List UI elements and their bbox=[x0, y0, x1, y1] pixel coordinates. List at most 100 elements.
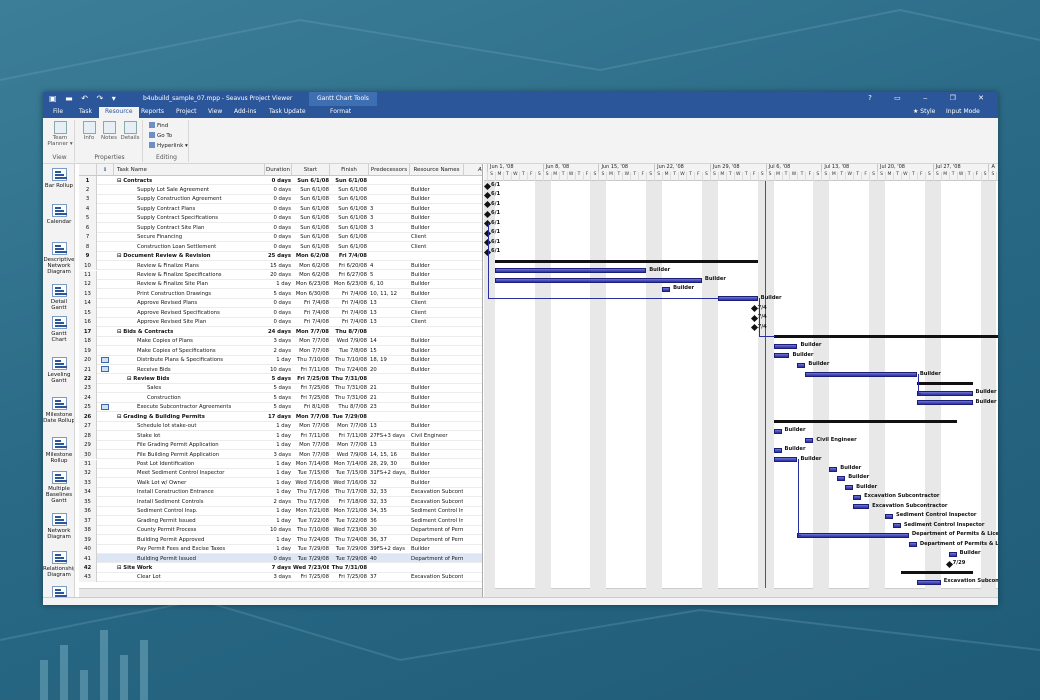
task-name-header[interactable]: Task Name bbox=[114, 164, 265, 176]
info-button[interactable]: Info bbox=[80, 121, 98, 141]
table-row[interactable]: 20 Distribute Plans & Specifications 1 day… bbox=[79, 355, 482, 365]
start-cell: Mon 6/30/08 bbox=[295, 290, 329, 297]
find-button[interactable]: Find bbox=[149, 122, 168, 129]
view-item-9[interactable]: Network Diagram bbox=[43, 513, 74, 540]
table-row[interactable]: 13 Print Construction Drawings 5 days Mon 6… bbox=[79, 289, 482, 299]
table-row[interactable]: 25 Execute Subcontractor Agreements 5 days… bbox=[79, 402, 482, 413]
view-item-8[interactable]: Multiple Baselines Gantt bbox=[43, 471, 74, 504]
table-row[interactable]: 32 Meet Sediment Control Inspector 1 day Tu… bbox=[79, 468, 482, 479]
gantt-horizontal-scrollbar[interactable] bbox=[484, 588, 998, 597]
table-row[interactable]: 23 Sales 5 days Fri 7/25/08 Thu 7/31/08 21 Bui… bbox=[79, 383, 482, 394]
table-row[interactable]: 24 Construction 5 days Fri 7/25/08 Thu 7/31/… bbox=[79, 393, 482, 403]
tab-view[interactable]: View bbox=[208, 108, 222, 115]
table-row[interactable]: 29 File Grading Permit Application 1 day Mo… bbox=[79, 440, 482, 451]
table-row[interactable]: 28 Stake lot 1 day Fri 7/11/08 Fri 7/11/08 27… bbox=[79, 431, 482, 441]
window-controls[interactable]: ? ▭ ‒ ❐ ✕ bbox=[868, 94, 994, 102]
tab-reports[interactable]: Reports bbox=[141, 108, 164, 115]
task-name-cell: Clear Lot bbox=[137, 574, 161, 581]
row-number: 3 bbox=[79, 194, 97, 205]
table-row[interactable]: 3 Supply Construction Agreement 0 days Sun … bbox=[79, 194, 482, 205]
table-row[interactable]: 36 Sediment Control Insp. 1 day Mon 7/21/08… bbox=[79, 506, 482, 517]
table-row[interactable]: 5 Supply Contract Specifications 0 days Sun… bbox=[79, 213, 482, 224]
table-row[interactable]: 42 ⊟ Site Work 7 days Wed 7/23/08 Thu 7/31/0… bbox=[79, 563, 482, 573]
notes-button[interactable]: Notes bbox=[100, 121, 118, 141]
table-row[interactable]: 17 ⊟ Bids & Contracts 24 days Mon 7/7/08 Thu… bbox=[79, 327, 482, 337]
table-row[interactable]: 16 Approve Revised Site Plan 0 days Fri 7/4… bbox=[79, 317, 482, 328]
start-cell: Sun 6/1/08 bbox=[300, 215, 329, 222]
table-row[interactable]: 27 Schedule lot stake-out 1 day Mon 7/7/08 M… bbox=[79, 421, 482, 432]
input-mode-button[interactable]: Input Mode bbox=[946, 108, 980, 115]
table-row[interactable]: 6 Supply Contract Site Plan 0 days Sun 6/1/… bbox=[79, 223, 482, 233]
view-item-1[interactable]: Calendar bbox=[43, 204, 74, 225]
table-row[interactable]: 34 Install Construction Entrance 1 day Thu … bbox=[79, 487, 482, 498]
table-row[interactable]: 4 Supply Contract Plans 0 days Sun 6/1/08 Su… bbox=[79, 204, 482, 214]
table-row[interactable]: 19 Make Copies of Specifications 2 days Mon… bbox=[79, 346, 482, 356]
tab-add-ins[interactable]: Add-ins bbox=[234, 108, 256, 115]
view-item-5[interactable]: Leveling Gantt bbox=[43, 357, 74, 384]
table-row[interactable]: 40 Pay Permit Fees and Excise Taxes 1 day T… bbox=[79, 544, 482, 554]
task-bar bbox=[805, 372, 917, 377]
indicator-cell bbox=[97, 412, 114, 421]
table-row[interactable]: 18 Make Copies of Plans 3 days Mon 7/7/08 We… bbox=[79, 336, 482, 347]
start-header[interactable]: Start bbox=[292, 164, 330, 176]
finish-cell: Fri 6/27/08 bbox=[338, 272, 367, 278]
add-new-column-header[interactable]: Add New Colum bbox=[464, 164, 482, 176]
table-horizontal-scrollbar[interactable] bbox=[79, 588, 482, 597]
quick-access-toolbar[interactable]: ▣ ▬ ↶ ↷ ▾ bbox=[49, 94, 119, 103]
view-item-2[interactable]: Descriptive Network Diagram bbox=[43, 242, 74, 275]
table-row[interactable]: 38 County Permit Process 10 days Thu 7/10/0… bbox=[79, 525, 482, 536]
table-row[interactable]: 37 Grading Permit Issued 1 day Tue 7/22/08 T… bbox=[79, 516, 482, 526]
style-button[interactable]: ★ Style bbox=[913, 108, 935, 115]
table-row[interactable]: 26 ⊟ Grading & Building Permits 17 days Mon… bbox=[79, 412, 482, 422]
summary-bar bbox=[773, 335, 998, 339]
day-header: S bbox=[869, 172, 877, 181]
table-row[interactable]: 30 File Building Permit Application 3 days… bbox=[79, 450, 482, 460]
row-number: 22 bbox=[79, 374, 97, 384]
predecessors-cell: 3 bbox=[370, 224, 374, 231]
tab-project[interactable]: Project bbox=[176, 108, 197, 115]
table-row[interactable]: 14 Approve Revised Plans 0 days Fri 7/4/08 F… bbox=[79, 298, 482, 309]
view-item-3[interactable]: Detail Gantt bbox=[43, 284, 74, 311]
table-row[interactable]: 43 Clear Lot 3 days Fri 7/25/08 Fri 7/25/08 3… bbox=[79, 572, 482, 583]
details-button[interactable]: Details bbox=[120, 121, 140, 141]
view-item-4[interactable]: Gantt Chart bbox=[43, 316, 74, 343]
table-row[interactable]: 9 ⊟ Document Review & Revision 25 days Mon … bbox=[79, 251, 482, 262]
tab-file[interactable]: File bbox=[53, 108, 63, 115]
hyperlink-button[interactable]: Hyperlink ▾ bbox=[149, 142, 188, 149]
table-row[interactable]: 41 Building Permit Issued 0 days Tue 7/29/0… bbox=[79, 554, 482, 564]
table-row[interactable]: 15 Approve Revised Specifications 0 days Fr… bbox=[79, 308, 482, 318]
tab-task[interactable]: Task bbox=[79, 108, 92, 115]
table-row[interactable]: 21 Receive Bids 10 days Fri 7/11/08 Thu 7/24… bbox=[79, 365, 482, 375]
table-row[interactable]: 7 Secure Financing 0 days Sun 6/1/08 Sun 6/1… bbox=[79, 232, 482, 243]
table-row[interactable]: 2 Supply Lot Sale Agreement 0 days Sun 6/1/… bbox=[79, 185, 482, 195]
table-row[interactable]: 10 Review & Finalize Plans 15 days Mon 6/2/… bbox=[79, 261, 482, 271]
select-all-corner[interactable] bbox=[79, 164, 97, 176]
table-row[interactable]: 22 ⊟ Review Bids 5 days Fri 7/25/08 Thu 7/31… bbox=[79, 374, 482, 384]
resource-names-header[interactable]: Resource Names bbox=[410, 164, 464, 176]
view-item-0[interactable]: Bar Rollup bbox=[43, 168, 74, 189]
predecessors-header[interactable]: Predecessors bbox=[369, 164, 410, 176]
tab-resource[interactable]: Resource bbox=[99, 107, 139, 118]
table-row[interactable]: 35 Install Sediment Controls 2 days Thu 7/1… bbox=[79, 497, 482, 507]
indicator-cell bbox=[97, 299, 114, 308]
day-header: S bbox=[988, 172, 996, 181]
table-row[interactable]: 12 Review & Finalize Site Plan 1 day Mon 6/… bbox=[79, 279, 482, 290]
table-row[interactable]: 1 ⊟ Contracts 0 days Sun 6/1/08 Sun 6/1/08 bbox=[79, 176, 482, 186]
finish-header[interactable]: Finish bbox=[330, 164, 369, 176]
table-row[interactable]: 33 Walk Lot w/ Owner 1 day Wed 7/16/08 Wed 7… bbox=[79, 478, 482, 488]
team-planner-button[interactable]: Team Planner ▾ bbox=[47, 121, 73, 147]
duration-header[interactable]: Duration bbox=[265, 164, 292, 176]
row-number: 29 bbox=[79, 440, 97, 451]
resource-cell: Builder bbox=[411, 470, 430, 477]
table-row[interactable]: 31 Post Lot Identification 1 day Mon 7/14/0… bbox=[79, 459, 482, 469]
go-to-button[interactable]: Go To bbox=[149, 132, 172, 139]
table-row[interactable]: 11 Review & Finalize Specifications 20 day… bbox=[79, 270, 482, 280]
table-row[interactable]: 39 Building Permit Approved 1 day Thu 7/24/… bbox=[79, 535, 482, 545]
table-row[interactable]: 8 Construction Loan Settlement 0 days Sun 6… bbox=[79, 242, 482, 252]
view-item-7[interactable]: Milestone Rollup bbox=[43, 437, 74, 464]
view-item-10[interactable]: Relationship Diagram bbox=[43, 551, 74, 578]
view-item-6[interactable]: Milestone Date Rollup bbox=[43, 397, 74, 424]
tab-format[interactable]: Format bbox=[330, 108, 351, 115]
info-column-header[interactable]: ℹ bbox=[97, 164, 114, 176]
tab-task-update[interactable]: Task Update bbox=[269, 108, 306, 115]
